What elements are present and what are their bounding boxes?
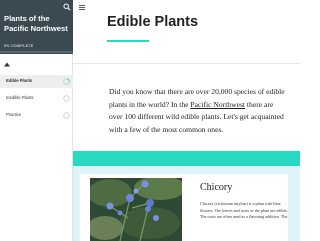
not-started-icon — [63, 95, 70, 102]
not-started-icon — [63, 112, 70, 119]
lesson-label: Edible Plants — [6, 78, 33, 83]
progress-label: 0% COMPLETE — [4, 44, 34, 48]
card-section: Chicory Chicory (cichorium intybus) is a… — [73, 166, 300, 241]
lesson-content: Edible Plants Did you know that there ar… — [73, 0, 300, 241]
plant-name: Chicory — [200, 182, 233, 193]
lesson-title: Edible Plants — [107, 14, 199, 30]
intro-paragraph: Did you know that there are over 20,000 … — [109, 86, 285, 136]
accent-band — [73, 151, 300, 166]
pacific-northwest-link[interactable]: Pacific Northwest — [190, 100, 245, 109]
caret-up-icon — [4, 62, 10, 67]
header-divider — [73, 63, 300, 64]
chicory-image — [90, 178, 182, 241]
lesson-item-practice[interactable]: Practice — [0, 109, 73, 122]
lesson-label: Practice — [6, 112, 22, 117]
lesson-label: Inedible Plants — [6, 95, 34, 100]
sidebar: Plants of the Pacific Northwest 0% COMPL… — [0, 0, 73, 241]
course-header: Plants of the Pacific Northwest 0% COMPL… — [0, 0, 73, 54]
progress-bar — [0, 51, 73, 53]
plant-description: Chicory (cichorium intybus) is a plant w… — [200, 201, 288, 220]
course-title: Plants of the Pacific Northwest — [4, 14, 68, 33]
in-progress-icon — [63, 78, 70, 85]
plant-card: Chicory Chicory (cichorium intybus) is a… — [80, 174, 288, 241]
title-underline — [107, 40, 149, 42]
lesson-item-inedible-plants[interactable]: Inedible Plants — [0, 92, 73, 105]
lesson-item-edible-plants[interactable]: Edible Plants — [0, 75, 73, 88]
collapse-lessons-button[interactable] — [4, 62, 12, 68]
hamburger-icon[interactable] — [79, 5, 85, 10]
search-icon[interactable] — [63, 3, 71, 11]
